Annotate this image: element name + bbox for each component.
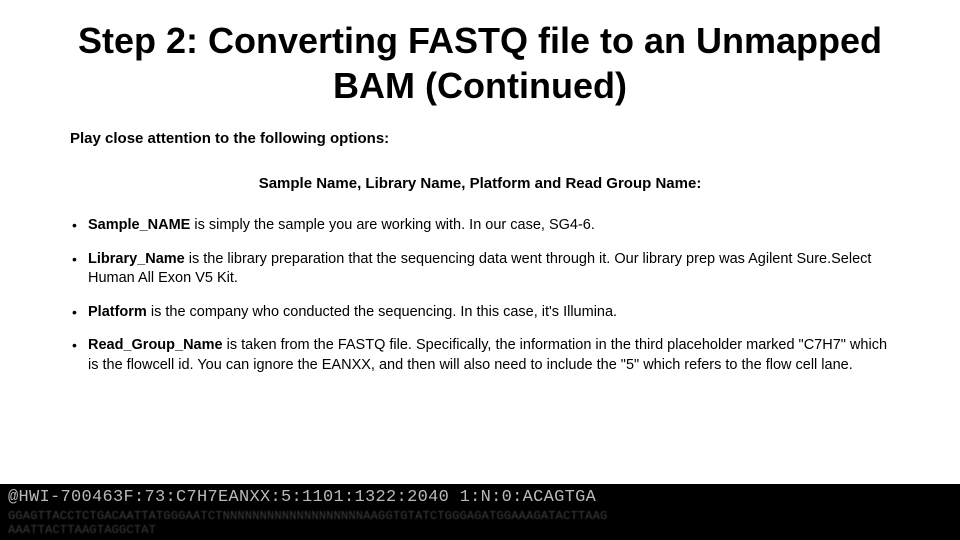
term-sample-name: Sample_NAME [88, 217, 190, 233]
bullet-text: is the company who conducted the sequenc… [147, 304, 617, 320]
subheading: Sample Name, Library Name, Platform and … [60, 175, 900, 192]
list-item: Library_Name is the library preparation … [70, 250, 890, 289]
fastq-preview: @HWI-700463F:73:C7H7EANXX:5:1101:1322:20… [0, 484, 960, 540]
fastq-header-line: @HWI-700463F:73:C7H7EANXX:5:1101:1322:20… [0, 484, 960, 507]
intro-text: Play close attention to the following op… [70, 130, 890, 147]
list-item: Platform is the company who conducted th… [70, 303, 890, 323]
fastq-sequence-line: GGAGTTACCTCTGACAATTATGGGAATCTNNNNNNNNNNN… [0, 507, 960, 523]
fastq-sequence-line-2: AAATTACTTAAGTAGGCTAT [0, 523, 960, 537]
term-library-name: Library_Name [88, 251, 185, 267]
slide-title: Step 2: Converting FASTQ file to an Unma… [60, 18, 900, 108]
bullet-text: is simply the sample you are working wit… [190, 217, 595, 233]
bullet-text: is the library preparation that the sequ… [88, 251, 871, 287]
term-read-group-name: Read_Group_Name [88, 337, 223, 353]
slide: Step 2: Converting FASTQ file to an Unma… [0, 0, 960, 540]
term-platform: Platform [88, 304, 147, 320]
bullet-list: Sample_NAME is simply the sample you are… [60, 216, 900, 375]
list-item: Sample_NAME is simply the sample you are… [70, 216, 890, 236]
list-item: Read_Group_Name is taken from the FASTQ … [70, 336, 890, 375]
